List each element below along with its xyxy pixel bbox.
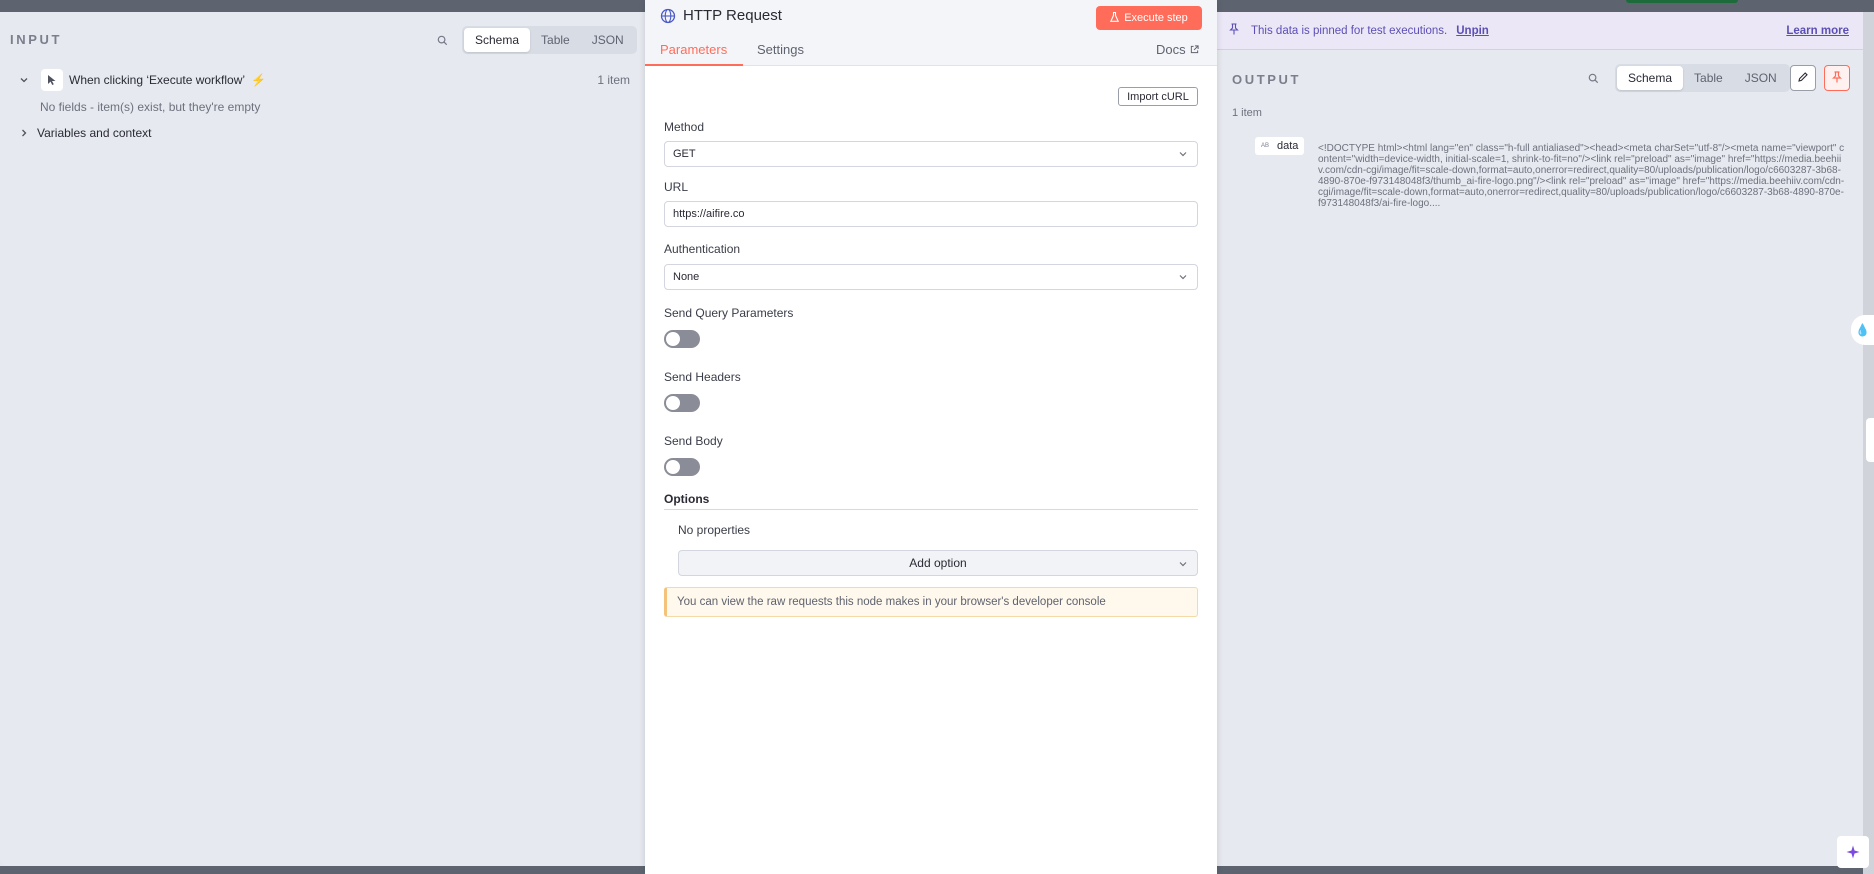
trigger-node-row[interactable]: When clicking ‘Execute workflow’ ⚡ 1 ite… (17, 69, 630, 91)
variables-context-label: Variables and context (37, 126, 152, 140)
docs-link[interactable]: Docs (1156, 42, 1199, 57)
pencil-icon (1797, 71, 1809, 86)
input-view-switcher: Schema Table JSON (462, 26, 637, 54)
send-headers-label: Send Headers (664, 370, 741, 384)
node-settings-panel: HTTP Request Execute step Parameters Set… (645, 0, 1217, 874)
pin-icon (1229, 23, 1239, 38)
url-label: URL (664, 180, 689, 194)
execute-step-label: Execute step (1124, 12, 1188, 24)
input-panel-title: INPUT (10, 32, 62, 47)
cursor-icon (41, 69, 63, 91)
import-curl-button[interactable]: Import cURL (1118, 87, 1198, 106)
edit-output-button[interactable] (1790, 65, 1816, 91)
external-link-icon (1190, 42, 1199, 57)
no-properties-text: No properties (678, 523, 751, 537)
drop-icon[interactable]: 💧 (1851, 315, 1874, 345)
method-value: GET (673, 148, 696, 160)
sparkle-icon[interactable] (1837, 836, 1869, 868)
tab-settings[interactable]: Settings (757, 42, 804, 57)
output-item-count: 1 item (1232, 107, 1262, 119)
output-tab-table[interactable]: Table (1683, 66, 1734, 90)
output-tab-schema[interactable]: Schema (1617, 66, 1684, 90)
output-field-name: data (1277, 140, 1299, 152)
input-tab-json[interactable]: JSON (581, 28, 635, 52)
input-tab-table[interactable]: Table (530, 28, 581, 52)
canvas-save-button-edge (1626, 0, 1738, 3)
chevron-down-icon[interactable] (17, 73, 31, 87)
chevron-right-icon[interactable] (17, 126, 31, 140)
canvas-side-handle[interactable] (1866, 418, 1874, 462)
add-option-button[interactable]: Add option (678, 550, 1198, 576)
send-query-label: Send Query Parameters (664, 306, 794, 320)
url-value: https://aifire.co (673, 208, 745, 220)
docs-label: Docs (1156, 42, 1186, 57)
options-divider (664, 509, 1198, 510)
output-view-switcher: Schema Table JSON (1615, 64, 1790, 92)
authentication-select[interactable]: None (664, 264, 1198, 290)
input-tab-schema[interactable]: Schema (464, 28, 531, 52)
output-field-key: AB data (1255, 137, 1305, 155)
variables-context-row[interactable]: Variables and context (17, 126, 152, 140)
tab-parameters[interactable]: Parameters (660, 42, 727, 57)
output-panel-title: OUTPUT (1232, 72, 1302, 87)
active-tab-indicator (645, 64, 743, 66)
input-empty-message: No fields - item(s) exist, but they're e… (40, 100, 261, 114)
output-panel (1217, 12, 1863, 866)
url-input[interactable]: https://aifire.co (664, 201, 1198, 227)
method-label: Method (664, 120, 705, 134)
learn-more-link[interactable]: Learn more (1786, 25, 1849, 37)
string-type-icon: AB (1261, 143, 1270, 149)
chevron-down-icon (1178, 149, 1188, 162)
unpin-button[interactable] (1824, 65, 1850, 91)
chevron-down-icon (1178, 558, 1188, 572)
input-panel: INPUT Schema Table JSON When clicking ‘E… (0, 12, 645, 866)
developer-console-notice: You can view the raw requests this node … (664, 587, 1198, 617)
send-headers-toggle[interactable] (664, 394, 700, 412)
send-body-label: Send Body (664, 434, 723, 448)
node-header: HTTP Request Execute step Parameters Set… (645, 0, 1217, 66)
unpin-link[interactable]: Unpin (1456, 25, 1489, 37)
send-query-toggle[interactable] (664, 330, 700, 348)
add-option-label: Add option (909, 556, 967, 570)
pin-icon (1832, 70, 1842, 86)
method-select[interactable]: GET (664, 141, 1198, 167)
input-search-icon[interactable] (432, 30, 452, 50)
trigger-node-label: When clicking ‘Execute workflow’ (69, 73, 246, 87)
pinned-data-banner: This data is pinned for test executions.… (1217, 12, 1863, 50)
execute-step-button[interactable]: Execute step (1096, 6, 1202, 30)
send-body-toggle[interactable] (664, 458, 700, 476)
output-field-value: <!DOCTYPE html><html lang="en" class="h-… (1318, 143, 1845, 209)
output-search-icon[interactable] (1583, 68, 1603, 88)
input-item-count: 1 item (597, 73, 630, 87)
flask-icon (1110, 11, 1120, 25)
output-tab-json[interactable]: JSON (1734, 66, 1788, 90)
options-heading: Options (664, 492, 710, 506)
authentication-label: Authentication (664, 242, 741, 256)
node-title[interactable]: HTTP Request (683, 7, 782, 24)
chevron-down-icon (1178, 272, 1188, 285)
authentication-value: None (673, 271, 700, 283)
globe-icon (660, 8, 676, 27)
lightning-icon: ⚡ (251, 73, 267, 87)
pinned-message: This data is pinned for test executions. (1251, 24, 1448, 37)
